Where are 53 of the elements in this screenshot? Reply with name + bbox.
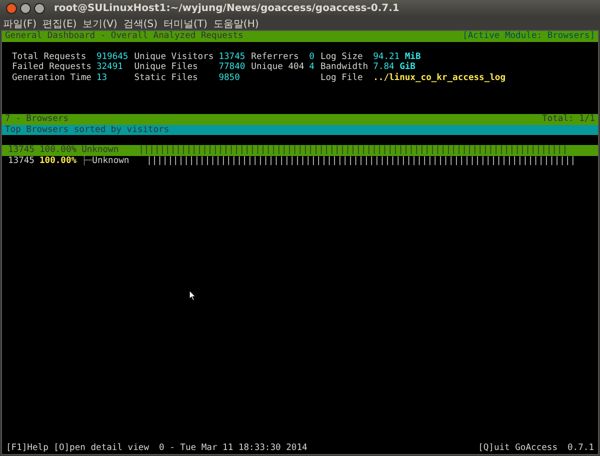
stat-label: Log File bbox=[320, 72, 364, 83]
stat-value: 9850 bbox=[218, 72, 241, 83]
menu-item[interactable]: 검색(S) bbox=[123, 16, 158, 30]
stat-value: ../linux_co_kr_access_log bbox=[373, 72, 506, 83]
stat-value: 4 bbox=[309, 62, 314, 72]
stat-label: Unique Files bbox=[134, 62, 199, 72]
menu-item[interactable]: 파일(F) bbox=[3, 16, 37, 30]
browser-row[interactable]: 13745 100.00% ├─Unknown ||||||||||||||||||||||||||||||||||||||||||||||||||||||||||||||||||||||||||||||||| bbox=[2, 156, 598, 166]
stat-value: 77840 bbox=[218, 62, 246, 72]
maximize-button[interactable] bbox=[34, 3, 45, 14]
panel-total: Total: 1/1 bbox=[542, 114, 595, 124]
menu-item[interactable]: 터미널(T) bbox=[164, 16, 208, 30]
stat-label: Bandwidth bbox=[320, 62, 368, 72]
minimize-button[interactable] bbox=[20, 3, 31, 14]
menu-item[interactable]: 보기(V) bbox=[82, 16, 118, 30]
window-title: root@SULinuxHost1:~/wyjung/News/goaccess/goaccess-0.7.1 bbox=[54, 3, 400, 14]
stat-label: Log Size bbox=[320, 52, 364, 62]
stat-value: 32491 bbox=[96, 62, 124, 72]
stat-label: Generation Time bbox=[12, 72, 92, 83]
stat-label: Unique Visitors bbox=[134, 52, 214, 62]
stat-value: 919645 bbox=[96, 52, 128, 62]
stat-value: 7.84 GiB bbox=[373, 62, 416, 72]
tree-branch: ├─ bbox=[82, 156, 92, 166]
stat-label: Failed Requests bbox=[12, 62, 92, 72]
browser-row[interactable]: 13745 100.00% Unknown ||||||||||||||||||||||||||||||||||||||||||||||||||||||||||||||||||||||||||||||||| bbox=[2, 145, 598, 156]
stat-label: Referrers bbox=[251, 52, 300, 62]
stat-value: 94.21 MiB bbox=[373, 52, 422, 62]
menu-item[interactable]: 도움말(H) bbox=[213, 16, 259, 30]
quit-hint: [Q]uit GoAccess bbox=[478, 443, 558, 454]
browser-name: Unknown bbox=[92, 156, 130, 166]
stat-value: 0 bbox=[309, 52, 314, 62]
panel-subtitle: Top Browsers sorted by visitors bbox=[5, 124, 170, 135]
hits-count: 13745 bbox=[8, 156, 34, 166]
version-label: 0.7.1 bbox=[568, 443, 594, 454]
timestamp: 0 - Tue Mar 11 18:33:30 2014 bbox=[159, 443, 308, 454]
stat-value: 13 bbox=[96, 72, 108, 83]
stat-value: 13745 bbox=[218, 52, 246, 62]
mouse-cursor-icon bbox=[189, 290, 196, 301]
browser-name: Unknown bbox=[82, 145, 119, 155]
stat-label: Static Files bbox=[134, 72, 199, 83]
menu-item[interactable]: 편집(E) bbox=[42, 16, 77, 30]
active-module-label: [Active Module: Browsers] bbox=[462, 31, 595, 42]
stat-label: Total Requests bbox=[12, 52, 88, 62]
hits-count: 13745 bbox=[8, 145, 34, 156]
panel-title: 7 - Browsers bbox=[5, 114, 69, 124]
close-button[interactable] bbox=[6, 3, 17, 14]
percent-value: 100.00% bbox=[39, 145, 77, 156]
help-hint: [F1]Help [O]pen detail view bbox=[6, 443, 149, 454]
dashboard-title: General Dashboard - Overall Analyzed Requests bbox=[5, 31, 244, 42]
percent-value: 100.00% bbox=[39, 156, 77, 166]
stat-label: Unique 404 bbox=[251, 62, 304, 72]
pipe-characters-text: ||||||||||||||||||||||||||||||||||||||||||||||||||||||||||||||||||||||||||||||||| bbox=[146, 156, 576, 166]
pipe-characters-text: ||||||||||||||||||||||||||||||||||||||||||||||||||||||||||||||||||||||||||||||||| bbox=[138, 145, 568, 156]
